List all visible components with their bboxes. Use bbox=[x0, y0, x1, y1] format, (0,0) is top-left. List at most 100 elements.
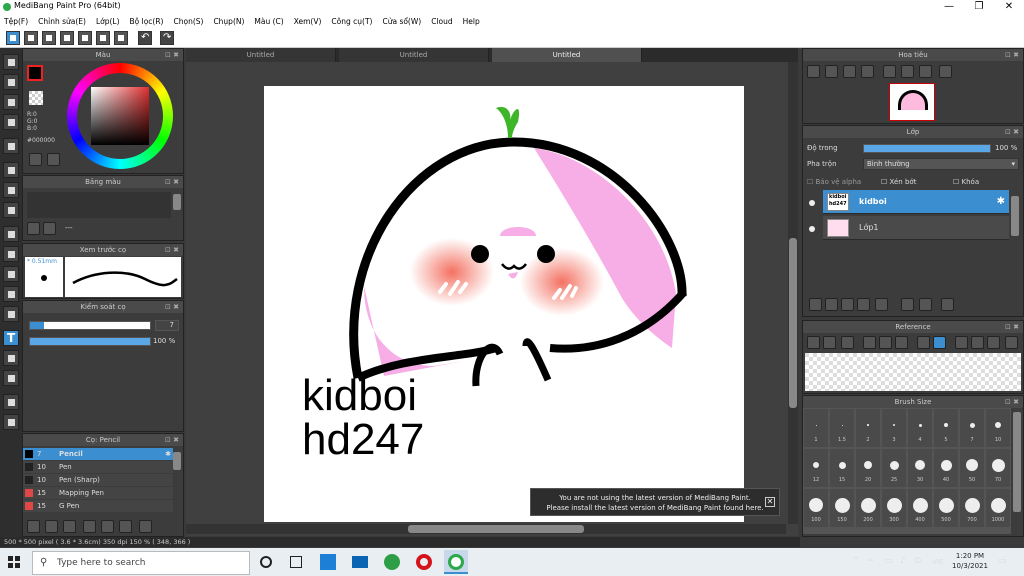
brush-size-cell[interactable]: 2 bbox=[856, 409, 880, 447]
network-icon[interactable]: ⌁ bbox=[868, 556, 873, 566]
eyedropper-tool-icon[interactable] bbox=[3, 394, 19, 410]
brush-opacity-slider[interactable] bbox=[29, 337, 151, 346]
menu-file[interactable]: Tệp(F) bbox=[4, 17, 28, 26]
layer-item-kidboi[interactable]: kidboi hd247 kidboi ✱ bbox=[823, 190, 1009, 214]
menu-color[interactable]: Màu (C) bbox=[254, 17, 283, 26]
fit-icon[interactable] bbox=[843, 65, 856, 78]
color-picker-icon[interactable] bbox=[47, 153, 60, 166]
lasso-tool-icon[interactable] bbox=[3, 246, 19, 262]
opera-icon[interactable] bbox=[416, 554, 432, 570]
volume-icon[interactable]: ♪ bbox=[900, 556, 906, 566]
chat-icon[interactable] bbox=[60, 31, 74, 45]
menu-cloud[interactable]: Cloud bbox=[431, 17, 452, 26]
brush-menu-icon[interactable] bbox=[63, 520, 76, 533]
flip-icon[interactable] bbox=[939, 65, 952, 78]
horizontal-scrollbar[interactable] bbox=[186, 524, 786, 534]
brush-size-cell[interactable]: 1 bbox=[804, 409, 828, 447]
ref-rotate-left-icon[interactable] bbox=[955, 336, 968, 349]
operation-tool-icon[interactable] bbox=[3, 350, 19, 366]
close-icon[interactable]: ✕ bbox=[994, 0, 1024, 14]
brush-size-cell[interactable]: 15 bbox=[830, 449, 854, 487]
color-mix-icon[interactable] bbox=[29, 153, 42, 166]
hand-tool-icon[interactable] bbox=[3, 414, 19, 430]
menu-window[interactable]: Cửa sổ(W) bbox=[382, 17, 421, 26]
comment-icon[interactable] bbox=[42, 31, 56, 45]
clipping-checkbox[interactable]: ☐ Xén bớt bbox=[881, 178, 916, 186]
brush-size-cell[interactable]: 3 bbox=[882, 409, 906, 447]
transparent-color[interactable] bbox=[29, 91, 43, 105]
gradient-tool-icon[interactable] bbox=[3, 202, 19, 218]
minimize-icon[interactable]: — bbox=[934, 0, 964, 14]
brush-size-cell[interactable]: 40 bbox=[934, 449, 958, 487]
brush-size-cell[interactable]: 150 bbox=[830, 489, 854, 527]
grid-icon[interactable] bbox=[114, 31, 128, 45]
cloud-icon[interactable] bbox=[6, 31, 20, 45]
folder-brush-icon[interactable] bbox=[101, 520, 114, 533]
brush-size-cell[interactable]: 10 bbox=[986, 409, 1010, 447]
drawing-canvas[interactable]: kidboi hd247 bbox=[264, 86, 744, 522]
select-eraser-icon[interactable] bbox=[3, 306, 19, 322]
delete-layer-icon[interactable] bbox=[941, 298, 954, 311]
ref-close-icon[interactable] bbox=[841, 336, 854, 349]
rotate-left-icon[interactable] bbox=[883, 65, 896, 78]
ref-flip-icon[interactable] bbox=[1005, 336, 1018, 349]
new-palette-icon[interactable] bbox=[27, 222, 40, 235]
menu-view[interactable]: Xem(V) bbox=[294, 17, 322, 26]
brush-size-slider[interactable] bbox=[29, 321, 151, 330]
magic-wand-icon[interactable] bbox=[3, 266, 19, 282]
notice-close-icon[interactable]: ✕ bbox=[765, 497, 775, 507]
layer-settings-icon[interactable]: ✱ bbox=[997, 190, 1005, 214]
add-brush-icon[interactable] bbox=[27, 520, 40, 533]
maximize-icon[interactable]: ❐ bbox=[964, 0, 994, 14]
task-view-icon[interactable] bbox=[290, 556, 302, 568]
mail-icon[interactable] bbox=[352, 556, 368, 568]
update-notice[interactable]: You are not using the latest version of … bbox=[530, 488, 780, 516]
tray-chevron-icon[interactable]: ^ bbox=[852, 556, 860, 566]
medibang-taskbar-icon[interactable] bbox=[444, 550, 468, 574]
zoom-out-icon[interactable] bbox=[825, 65, 838, 78]
layer-visibility-icon[interactable] bbox=[809, 226, 815, 232]
blend-select[interactable]: Bình thường ▾ bbox=[863, 158, 1019, 170]
ref-zoom-in-icon[interactable] bbox=[863, 336, 876, 349]
actual-size-icon[interactable] bbox=[861, 65, 874, 78]
duplicate-layer-icon[interactable] bbox=[901, 298, 914, 311]
store-icon[interactable] bbox=[320, 554, 336, 570]
layer-folder-icon[interactable] bbox=[875, 298, 888, 311]
layer-scrollbar[interactable] bbox=[1011, 196, 1019, 236]
panel-icon[interactable] bbox=[78, 31, 92, 45]
select-tool-icon[interactable] bbox=[3, 226, 19, 242]
protect-alpha-checkbox[interactable]: ☐ Bảo vệ alpha bbox=[807, 178, 861, 186]
brush-size-cell[interactable]: 7 bbox=[960, 409, 984, 447]
brush-size-cell[interactable]: 1000 bbox=[986, 489, 1010, 527]
browser-icon[interactable] bbox=[384, 554, 400, 570]
ref-folder-icon[interactable] bbox=[823, 336, 836, 349]
redo-icon[interactable]: ↷ bbox=[160, 31, 174, 45]
brush-item-pencil[interactable]: 7 Pencil ✱ bbox=[23, 448, 173, 460]
navigator-thumbnail[interactable] bbox=[889, 83, 935, 121]
menu-snap[interactable]: Chụp(N) bbox=[213, 17, 244, 26]
copy-brush-icon[interactable] bbox=[83, 520, 96, 533]
lock-checkbox[interactable]: ☐ Khóa bbox=[953, 178, 979, 186]
ref-hand-icon[interactable] bbox=[933, 336, 946, 349]
delete-palette-icon[interactable] bbox=[43, 222, 56, 235]
brush-item-mapping-pen[interactable]: 15 Mapping Pen bbox=[23, 487, 173, 499]
duplicate-brush-icon[interactable] bbox=[119, 520, 132, 533]
ref-zoom-out-icon[interactable] bbox=[895, 336, 908, 349]
battery-icon[interactable]: ▭ bbox=[884, 556, 893, 566]
brush-size-scrollbar[interactable] bbox=[1013, 412, 1021, 512]
brush-list-scrollbar[interactable] bbox=[173, 452, 181, 470]
reset-rotate-icon[interactable] bbox=[901, 65, 914, 78]
language-indicator[interactable]: VIE bbox=[932, 558, 943, 566]
text-tool-icon[interactable]: T bbox=[3, 330, 19, 346]
brush-size-cell[interactable]: 4 bbox=[908, 409, 932, 447]
rectangle-tool-icon[interactable] bbox=[3, 94, 19, 110]
notification-icon[interactable]: ▭ bbox=[998, 556, 1007, 566]
palette-area[interactable] bbox=[27, 192, 171, 218]
menu-filter[interactable]: Bộ lọc(R) bbox=[130, 17, 164, 26]
ref-open-icon[interactable] bbox=[807, 336, 820, 349]
export-icon[interactable] bbox=[24, 31, 38, 45]
brush-size-cell[interactable]: 20 bbox=[856, 449, 880, 487]
layer-visibility-icon[interactable] bbox=[809, 200, 815, 206]
brush-size-cell[interactable]: 5 bbox=[934, 409, 958, 447]
divide-tool-icon[interactable] bbox=[3, 370, 19, 386]
